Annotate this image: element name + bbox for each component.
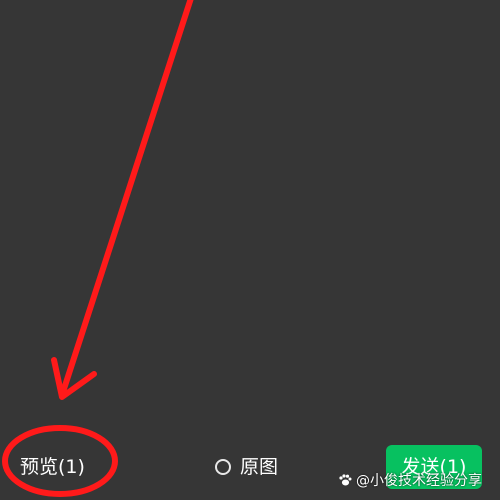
paw-logo-icon: [339, 474, 352, 486]
image-picker-screen: 预览(1) 原图 发送(1) @小俊技术经验分享: [0, 0, 500, 500]
red-arrow-annotation: [2, 0, 194, 497]
arrow-shaft: [59, 0, 194, 398]
arrow-head: [51, 357, 97, 400]
original-image-toggle[interactable]: 原图: [215, 452, 278, 482]
watermark: @小俊技术经验分享: [338, 469, 482, 491]
original-image-label: 原图: [240, 456, 279, 478]
watermark-text: @小俊技术经验分享: [356, 473, 482, 489]
preview-button[interactable]: 预览(1): [20, 452, 85, 482]
radio-circle-icon[interactable]: [215, 459, 231, 475]
